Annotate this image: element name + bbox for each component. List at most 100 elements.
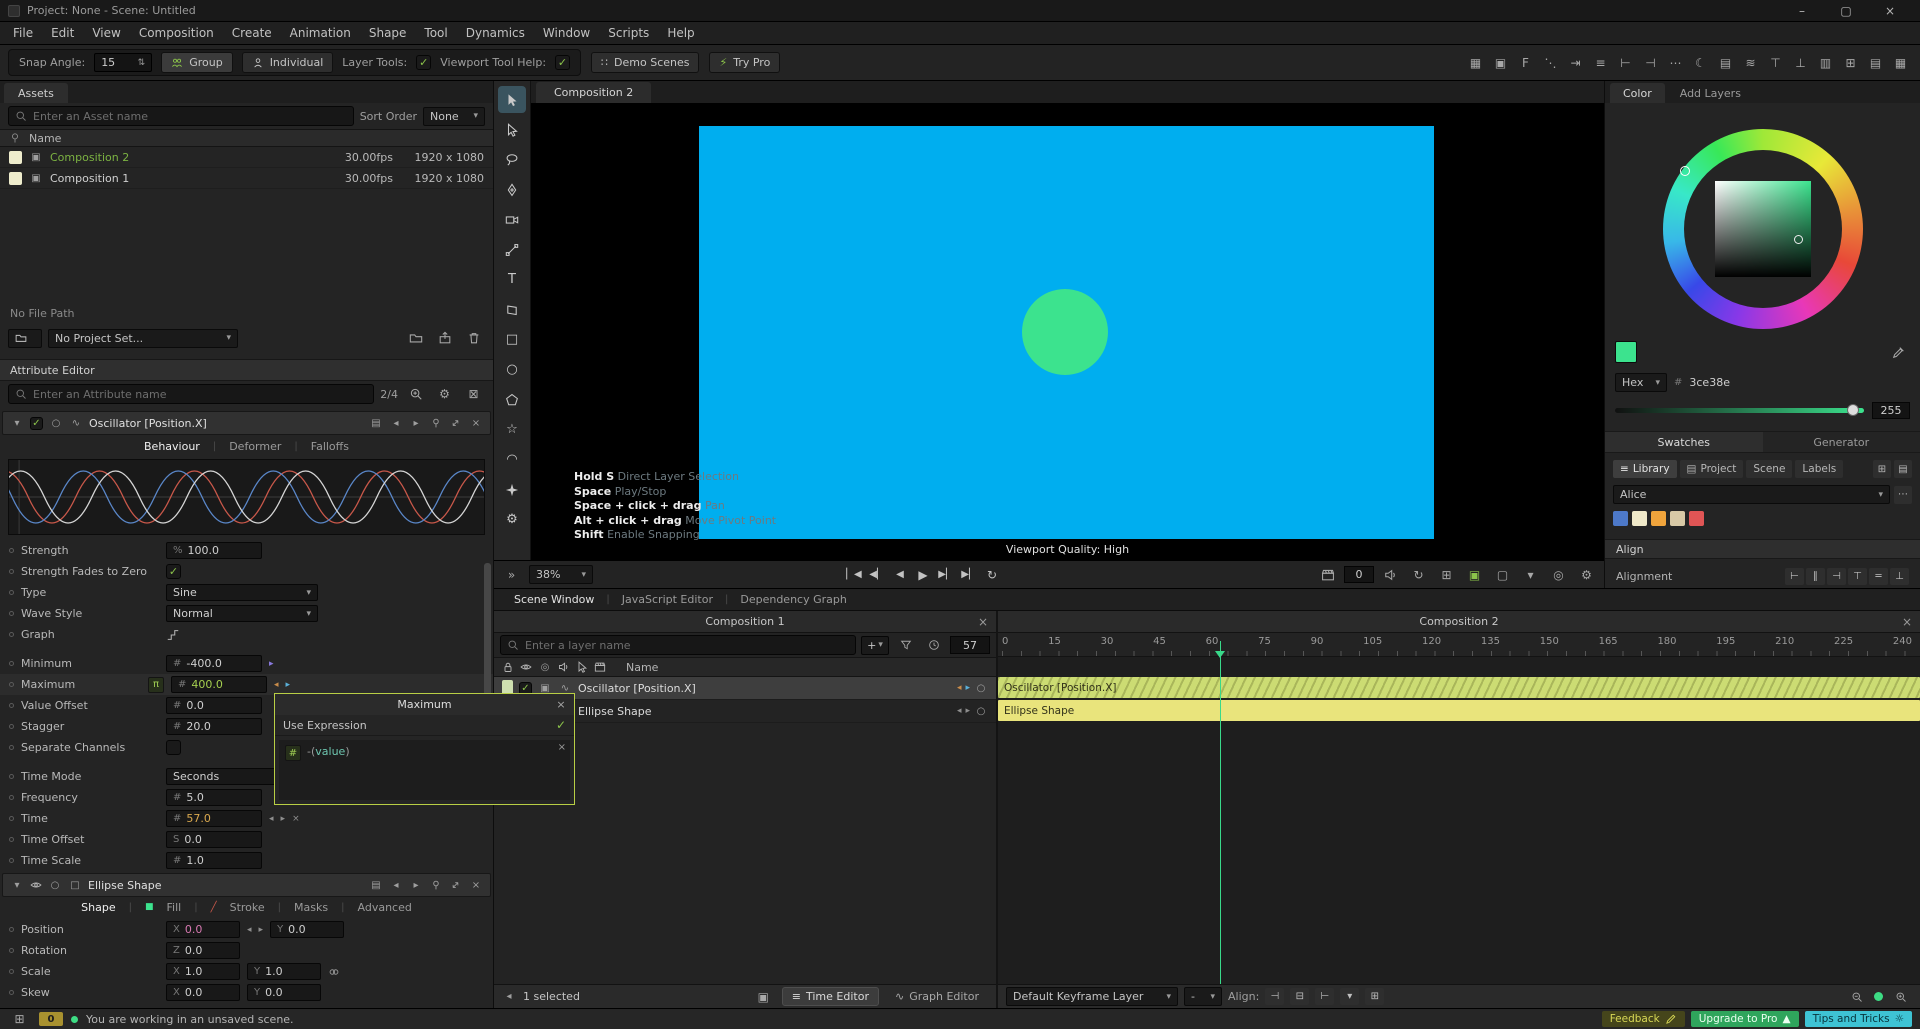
tab-masks[interactable]: Masks (294, 901, 328, 914)
popup-close-button[interactable]: × (552, 694, 570, 715)
menu-tool[interactable]: Tool (415, 24, 456, 42)
attribute-search-box[interactable] (8, 384, 374, 404)
step-back-button[interactable]: ◀ (890, 565, 910, 585)
position-y-field[interactable]: Y0.0 (270, 921, 344, 938)
panel-layout-icon[interactable]: ▣ (1489, 52, 1512, 74)
view-options-button[interactable]: ▾ (1519, 564, 1542, 586)
clear-filter-button[interactable]: ⊠ (462, 383, 485, 405)
align-top-icon[interactable]: ⊤ (1764, 52, 1787, 74)
close-icon[interactable]: × (469, 880, 483, 891)
zoom-in-button[interactable] (1889, 986, 1912, 1008)
align-middle-button[interactable]: ⊟ (1290, 988, 1309, 1005)
tab-deformer[interactable]: Deformer (229, 440, 281, 453)
next-keyframe-icon[interactable]: ▸ (281, 814, 286, 824)
rows-icon[interactable]: ▤ (1714, 52, 1737, 74)
current-color-swatch[interactable] (1615, 341, 1637, 363)
menu-composition[interactable]: Composition (130, 24, 223, 42)
collapse-chevron-icon[interactable]: ▾ (10, 418, 24, 429)
tab-fill[interactable]: Fill (167, 901, 182, 914)
zoom-search-button[interactable] (404, 383, 427, 405)
align-right-button[interactable]: ⊣ (1827, 568, 1846, 585)
grid-layout-icon[interactable]: ▦ (1464, 52, 1487, 74)
list-view-icon[interactable]: ▤ (1864, 52, 1887, 74)
more-options-icon[interactable]: ⋯ (1664, 52, 1687, 74)
snap-angle-input[interactable]: 15⇅ (94, 53, 152, 72)
type-select[interactable]: Sine▾ (166, 584, 318, 601)
feedback-button[interactable]: Feedback (1602, 1011, 1685, 1027)
layer-options-icon[interactable]: ○ (974, 706, 988, 717)
menu-edit[interactable]: Edit (42, 24, 83, 42)
scale-x-field[interactable]: X1.0 (166, 963, 240, 980)
alpha-slider[interactable] (1615, 408, 1864, 413)
polygon-tool[interactable] (498, 386, 526, 413)
filmstrip-button[interactable]: ▣ (1463, 564, 1486, 586)
swatch-orange[interactable] (1651, 511, 1666, 526)
expand-icon[interactable]: ↔ (447, 876, 465, 894)
lasso-tool[interactable] (498, 146, 526, 173)
tab-advanced[interactable]: Advanced (358, 901, 412, 914)
library-button[interactable]: ≡Library (1613, 460, 1677, 478)
open-folder-button[interactable] (404, 327, 427, 349)
attribute-settings-button[interactable]: ⚙ (433, 383, 456, 405)
viewport-tool-help-checkbox[interactable]: ✓ (555, 55, 570, 70)
filter-button[interactable] (894, 634, 917, 656)
align-center-h-button[interactable]: ∥ (1806, 568, 1825, 585)
expand-icon[interactable]: ↔ (447, 414, 465, 432)
stepper-icon[interactable]: ⇅ (138, 58, 146, 68)
align-left-icon[interactable]: ⊢ (1614, 52, 1637, 74)
ellipse-shape-layer[interactable] (1022, 289, 1108, 375)
grid-view-button[interactable]: ⊞ (1873, 460, 1891, 478)
connection-arrow-icon[interactable]: ▸ (269, 659, 274, 669)
sparkle-tool[interactable] (498, 476, 526, 503)
text-tool[interactable]: T (498, 266, 526, 293)
attribute-search-input[interactable] (33, 388, 367, 401)
ellipse-tool[interactable]: ○ (498, 356, 526, 383)
close-icon[interactable]: × (1898, 611, 1916, 633)
menu-dynamics[interactable]: Dynamics (457, 24, 534, 42)
clear-expression-button[interactable]: × (558, 742, 566, 753)
zoom-slider-handle[interactable] (1874, 992, 1883, 1001)
close-button[interactable]: × (1868, 0, 1912, 21)
skew-y-field[interactable]: Y0.0 (247, 984, 321, 1001)
maximum-field[interactable]: #400.0 (171, 676, 267, 693)
stagger-field[interactable]: #20.0 (166, 718, 262, 735)
align-start-button[interactable]: ⊣ (1265, 988, 1284, 1005)
tab-generator[interactable]: Generator (1763, 432, 1920, 452)
keyframe-layer-select[interactable]: Default Keyframe Layer▾ (1006, 987, 1178, 1006)
next-arrow-icon[interactable]: ▸ (409, 418, 423, 429)
time-offset-field[interactable]: S0.0 (166, 831, 262, 848)
sort-order-select[interactable]: None▾ (423, 107, 485, 126)
tab-color[interactable]: Color (1610, 83, 1665, 103)
align-end-button[interactable]: ⊢ (1315, 988, 1334, 1005)
use-expression-checkbox[interactable]: ✓ (556, 718, 566, 732)
console-grid-icon[interactable]: ⊞ (8, 1008, 31, 1029)
rotation-field[interactable]: Z0.0 (166, 942, 240, 959)
skew-x-field[interactable]: X0.0 (166, 984, 240, 1001)
star-tool[interactable]: ☆ (498, 416, 526, 443)
hex-value[interactable]: 3ce38e (1689, 376, 1730, 389)
menu-shape[interactable]: Shape (360, 24, 416, 42)
waves-icon[interactable]: ≋ (1739, 52, 1762, 74)
tab-falloffs[interactable]: Falloffs (311, 440, 349, 453)
upgrade-to-pro-button[interactable]: Upgrade to Pro▲ (1691, 1011, 1799, 1027)
individual-mode-button[interactable]: Individual (242, 52, 334, 73)
tab-shape[interactable]: Shape (81, 901, 115, 914)
project-folder-button[interactable] (8, 329, 42, 348)
prev-keyframe-icon[interactable]: ◂ (957, 706, 962, 716)
oscillator-header[interactable]: ▾ ✓ ○ ∿ Oscillator [Position.X] ▤ ◂ ▸ ⚲ … (2, 411, 491, 435)
next-keyframe-icon[interactable]: ▸ (965, 683, 970, 693)
delete-button[interactable] (462, 327, 485, 349)
layer-name[interactable]: Ellipse Shape (578, 705, 652, 718)
close-icon[interactable]: × (974, 611, 992, 633)
eyedropper-button[interactable] (1887, 341, 1910, 363)
composition-tab[interactable]: Composition 2 (998, 615, 1920, 628)
swatch-blue[interactable] (1613, 511, 1628, 526)
grid-toggle-button[interactable]: ⊞ (1435, 564, 1458, 586)
project-set-select[interactable]: No Project Set...▾ (48, 329, 238, 348)
expression-editor[interactable]: # -(value) × (279, 740, 570, 800)
asset-row[interactable]: ▣ Composition 2 30.00fps 1920 x 1080 (0, 147, 493, 168)
oscillator-enabled-checkbox[interactable]: ✓ (30, 417, 43, 430)
solo-circle-icon[interactable]: ○ (48, 880, 62, 891)
strength-fades-checkbox[interactable]: ✓ (166, 564, 181, 579)
eye-icon[interactable] (30, 879, 42, 891)
